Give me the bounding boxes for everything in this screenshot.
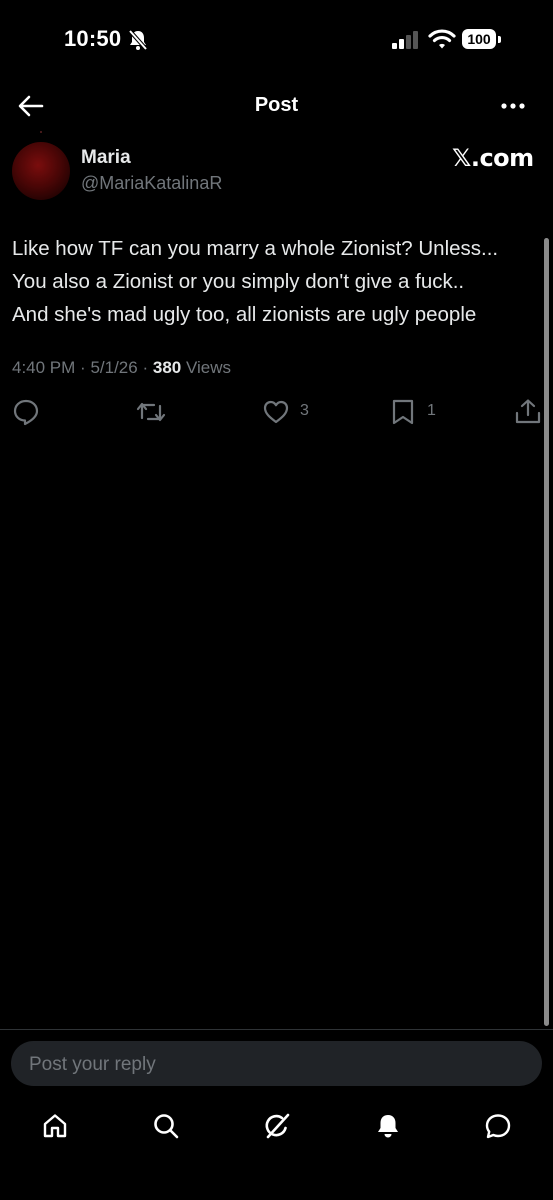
x-com-watermark: 𝕏.com [452,144,534,172]
nav-home[interactable] [35,1106,75,1146]
avatar-artifact [40,131,42,133]
status-time: 10:50 [64,26,122,51]
post-time: 4:40 PM [12,358,76,377]
bookmark-count: 1 [427,402,436,419]
bookmark-icon [392,399,414,425]
divider [0,1029,553,1030]
reply-composer[interactable] [11,1041,542,1088]
notifications-icon [378,1115,398,1138]
avatar[interactable] [12,142,70,200]
battery-icon: 100 [462,29,502,51]
repost-icon [136,402,166,422]
more-options-icon[interactable] [500,94,526,118]
nav-notifications[interactable] [368,1106,408,1146]
like-button[interactable]: 3 [262,396,322,428]
cellular-signal-icon [392,31,418,49]
nav-messages[interactable] [478,1106,518,1146]
post-text: Like how TF can you marry a whole Zionis… [12,237,499,326]
views-count[interactable]: 380 [153,358,181,377]
wifi-icon [428,29,456,49]
like-count: 3 [300,402,309,419]
battery-level: 100 [462,29,496,49]
heart-icon [263,400,289,424]
nav-search[interactable] [146,1106,186,1146]
scrollbar[interactable] [544,238,549,1026]
post-meta: 4:40 PM · 5/1/26 · 380 Views [12,358,231,378]
share-icon [515,399,541,424]
messages-icon [485,1114,511,1139]
post-date: 5/1/26 [90,358,138,377]
bell-slash-icon [128,29,148,51]
reply-input[interactable] [27,1041,531,1088]
header: Post [0,80,553,132]
author-display-name[interactable]: Maria [81,147,131,169]
meta-separator: · [142,358,149,377]
battery-cap [498,36,501,43]
grok-icon [265,1113,290,1139]
home-icon [43,1114,67,1138]
nav-grok[interactable] [257,1106,297,1146]
reply-button[interactable] [12,396,42,428]
share-button[interactable] [514,396,544,428]
meta-separator: · [80,358,86,377]
author-handle[interactable]: @MariaKatalinaR [81,173,222,194]
views-label: Views [185,358,232,377]
bookmark-button[interactable]: 1 [389,396,449,428]
bottom-nav [0,1106,553,1150]
post-actions: 3 1 [0,396,553,428]
page-title: Post [254,94,299,116]
reply-icon [13,399,39,426]
status-bar: 10:50 100 [0,0,553,80]
repost-button[interactable] [136,396,168,428]
search-icon [154,1114,179,1139]
